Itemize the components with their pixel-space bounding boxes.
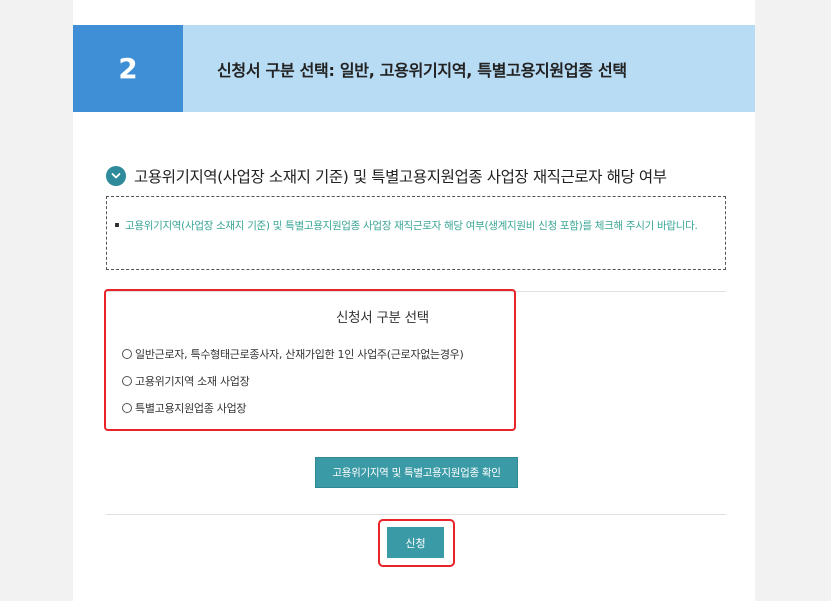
section-title: 고용위기지역(사업장 소재지 기준) 및 특별고용지원업종 사업장 재직근로자 … (134, 168, 667, 186)
application-page: 2 신청서 구분 선택: 일반, 고용위기지역, 특별고용지원업종 선택 고용위… (73, 0, 755, 601)
radio-circle-icon[interactable] (122, 376, 132, 386)
step-title: 신청서 구분 선택: 일반, 고용위기지역, 특별고용지원업종 선택 (217, 60, 627, 80)
selection-title: 신청서 구분 선택 (336, 310, 429, 326)
divider (106, 514, 726, 515)
notice-text: 고용위기지역(사업장 소재지 기준) 및 특별고용지원업종 사업장 재직근로자 … (115, 220, 698, 232)
bullet-icon (115, 222, 119, 227)
radio-label: 특별고용지원업종 사업장 (135, 402, 247, 415)
step-number: 2 (73, 25, 183, 112)
step-title-box: 신청서 구분 선택: 일반, 고용위기지역, 특별고용지원업종 선택 (183, 25, 755, 112)
radio-option-special-industry[interactable]: 특별고용지원업종 사업장 (122, 400, 247, 416)
submit-button[interactable]: 신청 (387, 527, 444, 558)
notice-text-content: 고용위기지역(사업장 소재지 기준) 및 특별고용지원업종 사업장 재직근로자 … (125, 220, 698, 232)
check-region-industry-button[interactable]: 고용위기지역 및 특별고용지원업종 확인 (315, 457, 518, 488)
radio-label: 고용위기지역 소재 사업장 (135, 375, 250, 388)
radio-option-general[interactable]: 일반근로자, 특수형태근로종사자, 산재가입한 1인 사업주(근로자없는경우) (122, 346, 464, 362)
step-header: 2 신청서 구분 선택: 일반, 고용위기지역, 특별고용지원업종 선택 (73, 25, 755, 112)
radio-circle-icon[interactable] (122, 349, 132, 359)
radio-option-crisis-region[interactable]: 고용위기지역 소재 사업장 (122, 373, 250, 389)
section-heading: 고용위기지역(사업장 소재지 기준) 및 특별고용지원업종 사업장 재직근로자 … (106, 165, 667, 187)
radio-label: 일반근로자, 특수형태근로종사자, 산재가입한 1인 사업주(근로자없는경우) (135, 348, 464, 361)
notice-box: 고용위기지역(사업장 소재지 기준) 및 특별고용지원업종 사업장 재직근로자 … (106, 196, 726, 270)
chevron-down-icon (106, 166, 126, 186)
radio-circle-icon[interactable] (122, 403, 132, 413)
